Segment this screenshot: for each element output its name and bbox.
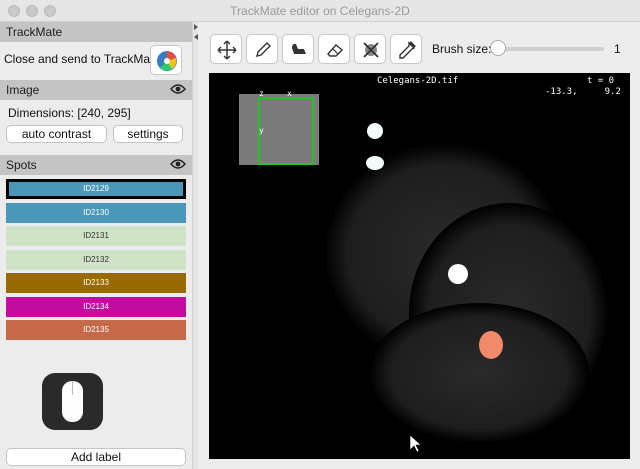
image-header-label: Image: [6, 83, 40, 97]
delete-all-tool-button[interactable]: [354, 34, 386, 64]
pencil-icon: [256, 42, 271, 57]
spot-item[interactable]: ID2135: [6, 320, 186, 340]
spot-item[interactable]: ID2133: [6, 273, 186, 293]
image-name-label: Celegans-2D.tif: [377, 76, 459, 86]
trackmate-header-label: TrackMate: [6, 25, 63, 39]
mouse-tile: [42, 373, 103, 430]
dimensions-text: Dimensions: [240, 295]: [8, 106, 131, 120]
delete-all-icon: [363, 42, 379, 58]
spot-item[interactable]: ID2132: [6, 249, 186, 270]
overview-panel[interactable]: z x y: [239, 89, 319, 165]
trackmate-logo-icon: [157, 51, 177, 71]
image-section-header: Image: [0, 80, 192, 100]
eyedropper-tool-button[interactable]: [390, 34, 422, 64]
eyedropper-icon: [399, 41, 416, 59]
tool-bar: Brush size: 1: [198, 22, 640, 72]
settings-button[interactable]: settings: [113, 125, 183, 143]
trackmate-section-header: TrackMate: [0, 22, 192, 42]
left-panel: TrackMate Close and send to TrackMate Im…: [0, 22, 192, 469]
spot-item[interactable]: ID2134: [6, 296, 186, 317]
time-label: t = 0: [587, 76, 615, 86]
nucleus-spot[interactable]: [366, 156, 384, 170]
window-title: TrackMate editor on Celegans-2D: [230, 4, 410, 18]
overview-x-label: x: [287, 89, 292, 98]
nucleus-spot[interactable]: [448, 264, 468, 284]
overview-z-label: z: [259, 89, 264, 98]
eye-icon[interactable]: [170, 83, 186, 95]
spots-header-label: Spots: [6, 158, 37, 172]
cell-blob: [369, 303, 589, 443]
add-label-button[interactable]: Add label: [6, 448, 186, 466]
brush-size-track[interactable]: [496, 47, 604, 51]
coords-label: -13.3, 9.2: [545, 87, 621, 97]
nucleus-spot[interactable]: [367, 123, 383, 139]
pencil-tool-button[interactable]: [246, 34, 278, 64]
eye-icon[interactable]: [170, 158, 186, 170]
eraser-icon: [327, 44, 344, 57]
auto-contrast-button[interactable]: auto contrast: [6, 125, 107, 143]
split-divider[interactable]: [192, 22, 198, 469]
brush-size-slider[interactable]: [490, 40, 506, 56]
spot-item[interactable]: ID2131: [6, 226, 186, 246]
nucleus-spot-labeled[interactable]: [479, 331, 503, 359]
image-canvas[interactable]: Celegans-2D.tif t = 0 -13.3, 9.2 z x y: [209, 73, 630, 459]
move-tool-button[interactable]: [210, 34, 242, 64]
spots-section-header: Spots: [0, 155, 192, 175]
window-titlebar: TrackMate editor on Celegans-2D: [0, 0, 640, 22]
eraser-tool-button[interactable]: [318, 34, 350, 64]
spot-item[interactable]: ID2129: [6, 179, 186, 199]
close-send-label: Close and send to TrackMate: [4, 52, 161, 66]
close-send-button[interactable]: [150, 45, 182, 75]
brush-size-value: 1: [614, 42, 621, 56]
bucket-icon: [292, 43, 306, 54]
brush-size-label: Brush size:: [432, 42, 492, 56]
cursor-icon: [409, 434, 422, 453]
mouse-icon: [62, 381, 83, 422]
overview-y-label: y: [259, 126, 264, 135]
spot-item[interactable]: ID2130: [6, 202, 186, 223]
view-rectangle: [258, 97, 314, 165]
bucket-tool-button[interactable]: [282, 34, 314, 64]
move-icon: [217, 40, 237, 60]
